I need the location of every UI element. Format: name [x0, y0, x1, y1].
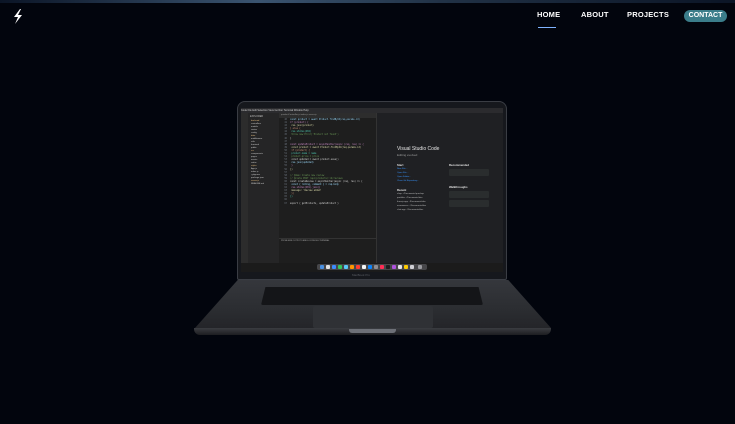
code-area: 40 const product = await Product.findById… [279, 118, 376, 205]
calendar-icon [356, 265, 360, 269]
recent-item: threejs-app ~/Documents/dev [397, 201, 426, 203]
laptop-brand-label: MacBook Pro [352, 273, 371, 277]
explorer-item: README.md [251, 183, 265, 185]
welcome-title: Visual Studio Code [397, 146, 440, 152]
laptop-screen: Code File Edit Selection View Go Run Ter… [241, 108, 503, 272]
recent-item: shop ~/Documents/proshop [397, 193, 424, 195]
mac-dock [317, 264, 427, 270]
welcome-page: Visual Studio Code Editing evolved Start… [376, 113, 503, 263]
folder-icon [410, 265, 414, 269]
welcome-subtitle: Editing evolved [397, 153, 418, 157]
trash-icon [418, 265, 422, 269]
files-icon [404, 265, 408, 269]
welcome-link: Clone Git Repository... [397, 180, 419, 182]
welcome-start: Start [397, 163, 404, 167]
recent-item: ecommerce ~/Documents/dev [397, 205, 427, 207]
terminal-panel: PROBLEMS OUTPUT DEBUG CONSOLE TERMINAL [279, 238, 376, 264]
welcome-link: Open Folder... [397, 176, 411, 178]
laptop-trackpad [313, 306, 433, 328]
recent-item: portfolio ~/Documents/dev [397, 197, 423, 199]
music-icon [380, 265, 384, 269]
file-explorer: EXPLORER backend controllers models routes c… [248, 113, 279, 263]
vscode-icon [368, 265, 372, 269]
safari-icon [332, 265, 336, 269]
recommended-card [449, 169, 489, 176]
settings-icon [374, 265, 378, 269]
notes-icon [362, 265, 366, 269]
terminal-tabs: PROBLEMS OUTPUT DEBUG CONSOLE TERMINAL [281, 240, 330, 242]
code-line: 67 export { getProducts, updateProduct } [284, 201, 339, 205]
welcome-link: Open File... [397, 172, 409, 174]
preview-icon [398, 265, 402, 269]
podcasts-icon [392, 265, 396, 269]
welcome-walkthroughs: Walkthroughs [449, 185, 468, 189]
recent-item: chat-app ~/Documents/dev [397, 209, 424, 211]
laptop-model[interactable]: Code File Edit Selection View Go Run Ter… [0, 0, 735, 424]
finder-icon [320, 265, 324, 269]
explorer-title: EXPLORER [250, 115, 264, 118]
messages-icon [338, 265, 342, 269]
welcome-recent: Recent [397, 188, 407, 192]
terminal-icon [386, 265, 390, 269]
laptop-notch [349, 329, 396, 333]
walkthrough-card [449, 200, 489, 207]
welcome-recommended: Recommended [449, 163, 470, 167]
welcome-link: New File... [397, 168, 408, 170]
launchpad-icon [326, 265, 330, 269]
mail-icon [344, 265, 348, 269]
walkthrough-card [449, 191, 489, 198]
photos-icon [350, 265, 354, 269]
laptop-keyboard [261, 287, 483, 305]
explorer-tree: backend controllers models routes config data… [248, 120, 279, 186]
activity-bar [241, 113, 248, 263]
